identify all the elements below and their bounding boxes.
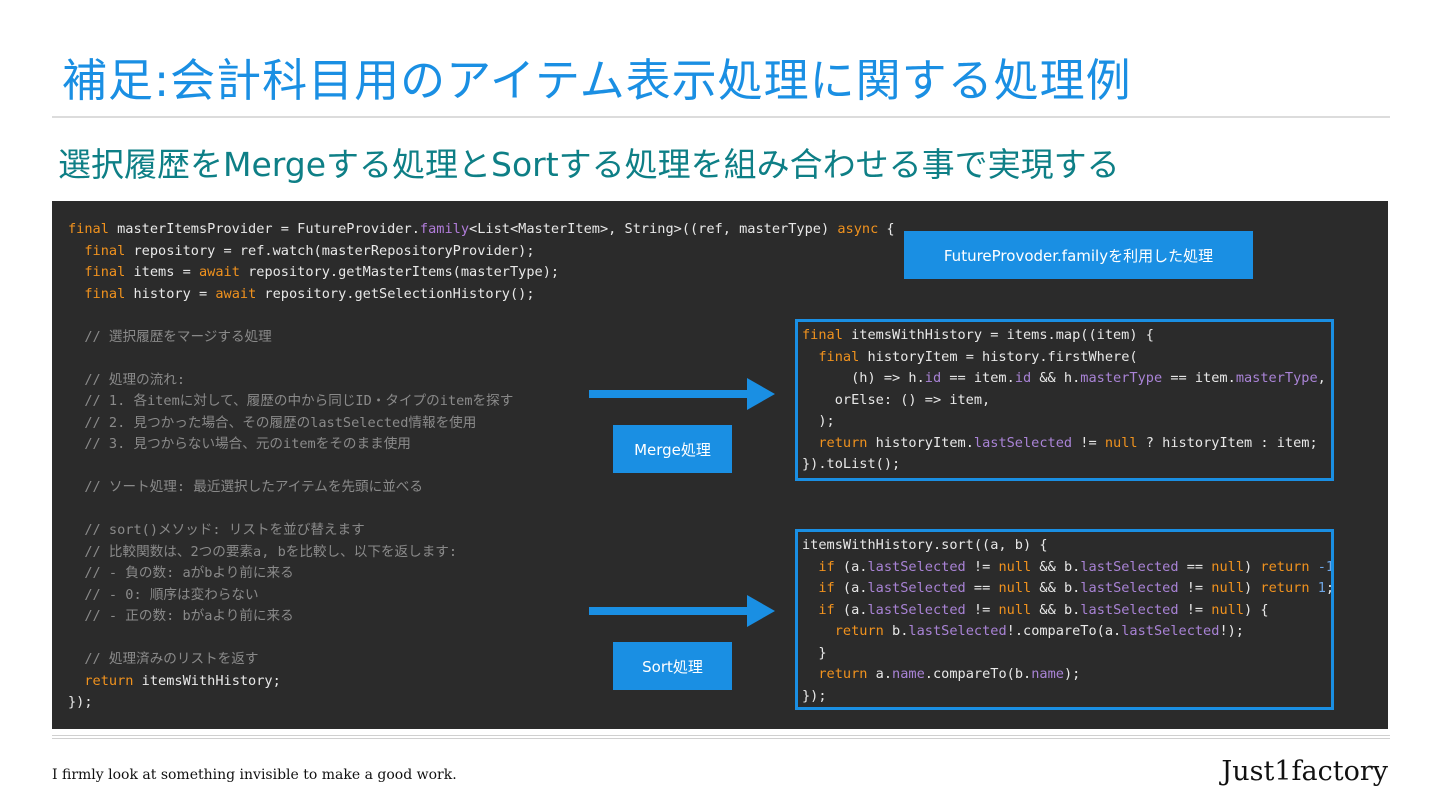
code-line: // 処理済みのリストを返す <box>68 651 259 667</box>
code-line: final history = await repository.getSele… <box>84 285 535 302</box>
code-line: } <box>802 644 827 661</box>
code-line: final repository = ref.watch(masterRepos… <box>84 242 535 259</box>
slide-title: 補足:会計科目用のアイテム表示処理に関する処理例 <box>62 54 1132 107</box>
brand-logo: Just1factory <box>1221 756 1388 787</box>
code-line: if (a.lastSelected != null && b.lastSele… <box>818 558 1334 575</box>
code-line: return a.name.compareTo(b.name); <box>818 666 1081 682</box>
slide-subtitle: 選択履歴をMergeする処理とSortする処理を組み合わせる事で実現する <box>58 145 1120 184</box>
code-line: }).toList(); <box>802 456 901 472</box>
code-line: final items = await repository.getMaster… <box>84 264 560 280</box>
code-line: final masterItemsProvider = FutureProvid… <box>68 221 895 237</box>
code-line: (h) => h.id == item.id && h.masterType =… <box>802 370 1326 386</box>
code-line: // 3. 見つからない場合、元のitemをそのまま使用 <box>68 436 411 452</box>
code-line: // - 負の数: aがbより前に来る <box>68 565 294 581</box>
sort-arrow-icon <box>589 595 775 627</box>
code-line: if (a.lastSelected != null && b.lastSele… <box>818 601 1269 618</box>
code-line: // 比較関数は、2つの要素a, bを比較し、以下を返します: <box>68 543 458 560</box>
merge-code-block: final itemsWithHistory = items.map((item… <box>802 325 1326 476</box>
code-line: final itemsWithHistory = items.map((item… <box>802 327 1154 343</box>
code-line: return itemsWithHistory; <box>84 672 281 689</box>
sort-label: Sort処理 <box>613 642 732 690</box>
code-panel: final masterItemsProvider = FutureProvid… <box>52 201 1388 729</box>
code-line: orElse: () => item, <box>802 391 991 408</box>
merge-label: Merge処理 <box>613 425 732 473</box>
main-code-block: final masterItemsProvider = FutureProvid… <box>68 219 895 714</box>
code-line: }); <box>68 694 93 710</box>
code-line: if (a.lastSelected == null && b.lastSele… <box>818 580 1334 596</box>
sort-code-box: itemsWithHistory.sort((a, b) { if (a.las… <box>795 529 1334 710</box>
code-line: return b.lastSelected!.compareTo(a.lastS… <box>834 623 1244 639</box>
merge-code-box: final itemsWithHistory = items.map((item… <box>795 319 1334 481</box>
family-label: FutureProvoder.familyを利用した処理 <box>904 231 1253 279</box>
merge-arrow-icon <box>589 378 775 410</box>
code-line: return historyItem.lastSelected != null … <box>818 434 1318 451</box>
code-line: ); <box>802 413 835 429</box>
code-line: // 選択履歴をマージする処理 <box>68 328 272 345</box>
footer-tagline: I firmly look at something invisible to … <box>52 767 457 783</box>
code-line: final historyItem = history.firstWhere( <box>818 348 1138 365</box>
footer-divider <box>52 735 1390 739</box>
code-line: // ソート処理: 最近選択したアイテムを先頭に並べる <box>68 479 423 495</box>
code-line: itemsWithHistory.sort((a, b) { <box>802 537 1048 553</box>
code-line: }); <box>802 687 827 704</box>
title-divider <box>52 116 1390 118</box>
code-line: // 2. 見つかった場合、その履歴のlastSelected情報を使用 <box>68 414 477 431</box>
sort-code-block: itemsWithHistory.sort((a, b) { if (a.las… <box>802 535 1334 707</box>
code-line: // sort()メソッド: リストを並び替えます <box>68 522 365 538</box>
